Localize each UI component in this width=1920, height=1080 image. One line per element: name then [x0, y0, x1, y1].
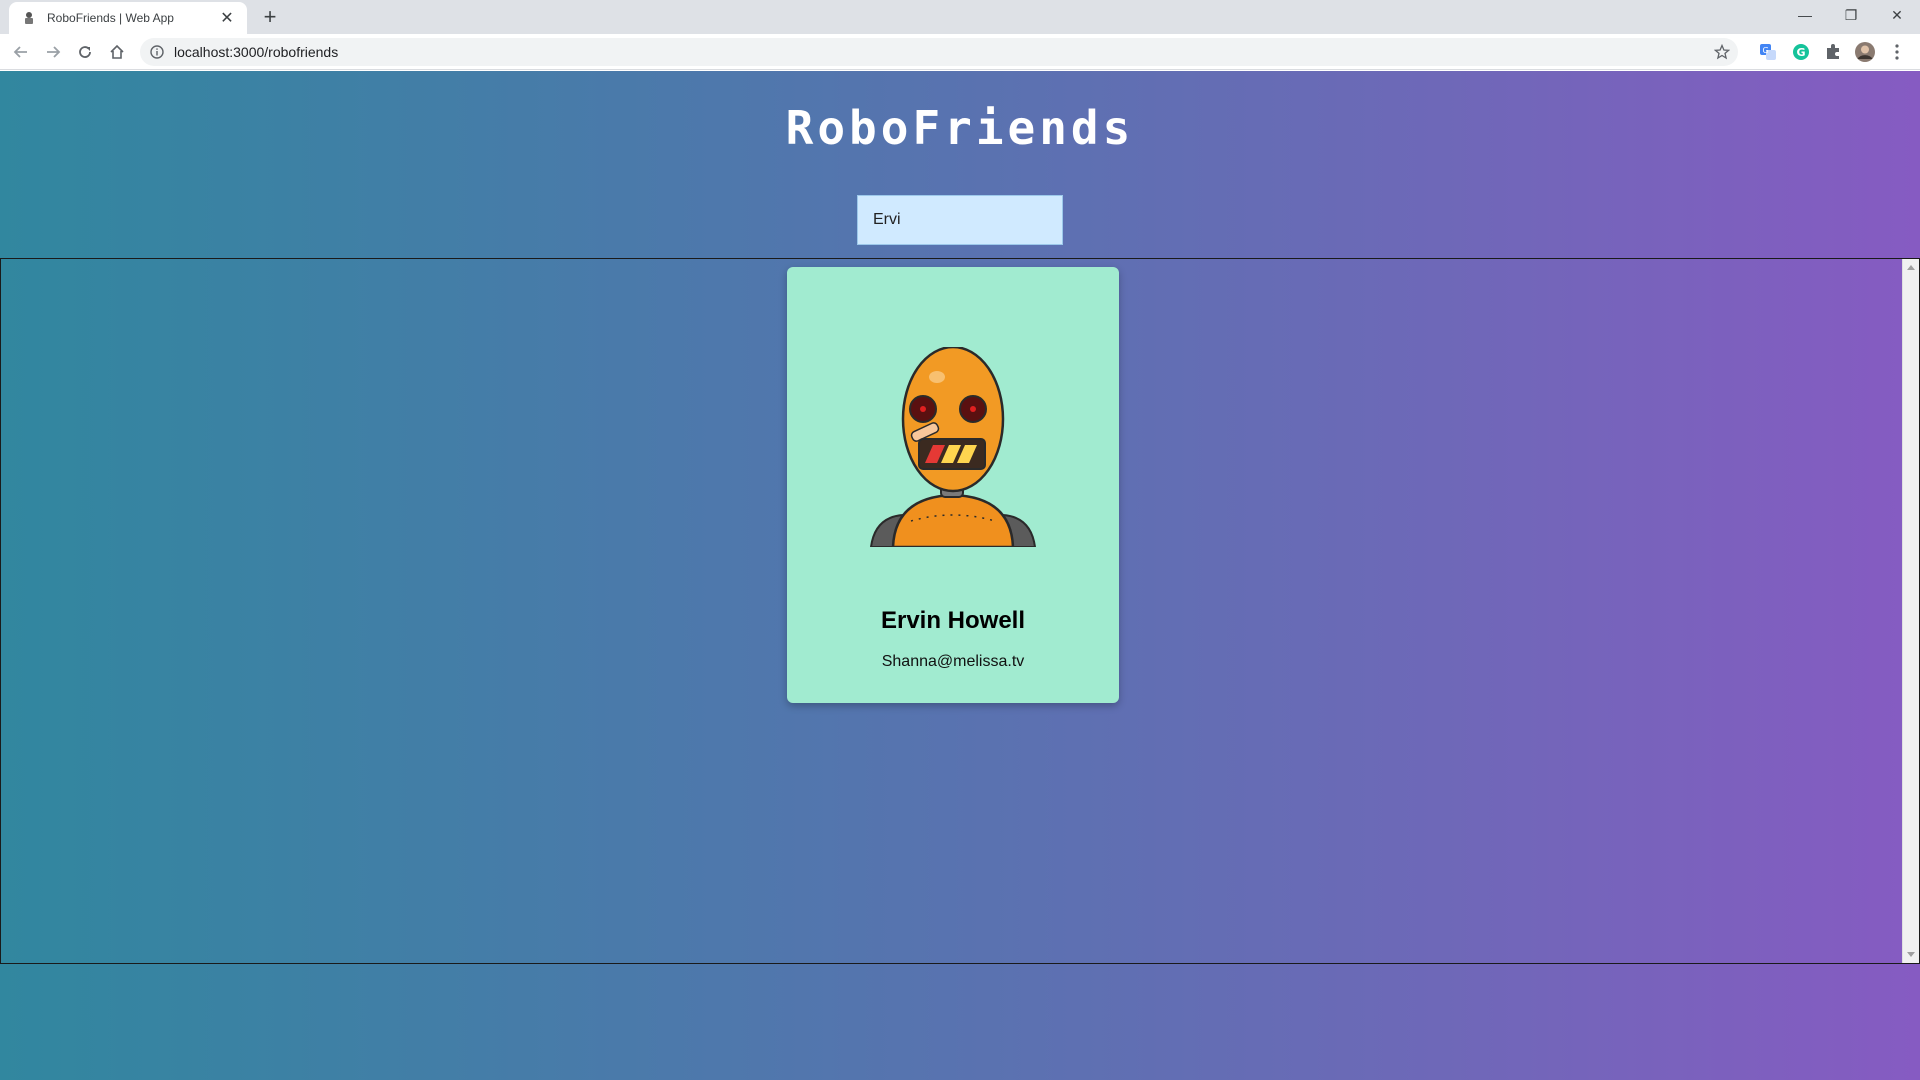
- robot-card[interactable]: Ervin Howell Shanna@melissa.tv: [787, 267, 1119, 703]
- puzzle-icon[interactable]: [1822, 41, 1844, 63]
- robot-icon: [21, 10, 37, 26]
- page-title: RoboFriends: [785, 101, 1135, 155]
- scroll-down-icon[interactable]: [1903, 947, 1919, 963]
- svg-text:G: G: [1797, 46, 1806, 59]
- browser-tab[interactable]: RoboFriends | Web App ✕: [9, 2, 247, 34]
- close-tab-icon[interactable]: ✕: [217, 8, 237, 28]
- browser-tabstrip: RoboFriends | Web App ✕ + — ❐ ✕: [0, 0, 1920, 34]
- url-text: localhost:3000/robofriends: [174, 44, 339, 60]
- restore-button[interactable]: ❐: [1828, 0, 1874, 30]
- robot-email: Shanna@melissa.tv: [881, 653, 1025, 670]
- forward-arrow-icon: [47, 46, 61, 58]
- svg-text:G: G: [1763, 46, 1769, 55]
- search-input[interactable]: [857, 195, 1063, 245]
- kebab-menu-icon[interactable]: [1886, 41, 1908, 63]
- address-bar[interactable]: localhost:3000/robofriends: [140, 38, 1738, 66]
- reload-button[interactable]: [72, 39, 98, 65]
- home-icon: [110, 44, 124, 59]
- scrollbar[interactable]: [1902, 259, 1919, 963]
- info-icon[interactable]: [150, 45, 164, 59]
- star-icon[interactable]: [1712, 42, 1732, 62]
- app-page: RoboFriends Ervi Ervin Howell Shanna@mel…: [0, 71, 1920, 1080]
- reload-icon: [79, 46, 91, 58]
- minimize-button[interactable]: —: [1782, 0, 1828, 30]
- window-controls: — ❐ ✕: [1782, 0, 1920, 30]
- back-button[interactable]: [8, 39, 34, 65]
- new-tab-button[interactable]: +: [258, 4, 282, 29]
- avatar[interactable]: [1854, 41, 1876, 63]
- robot-list-scroll-area[interactable]: Ervin Howell Shanna@melissa.tv: [0, 258, 1920, 964]
- translate-icon[interactable]: G: [1757, 41, 1779, 63]
- robot-avatar-image: [869, 347, 1037, 547]
- forward-button[interactable]: [40, 39, 66, 65]
- browser-toolbar: localhost:3000/robofriends G G: [0, 34, 1920, 70]
- tab-title: RoboFriends | Web App: [47, 11, 174, 25]
- scroll-up-icon[interactable]: [1903, 259, 1919, 275]
- home-button[interactable]: [104, 39, 130, 65]
- grammarly-icon[interactable]: G: [1790, 41, 1812, 63]
- back-arrow-icon: [13, 46, 27, 58]
- robot-name: Ervin Howell: [880, 607, 1026, 634]
- close-window-button[interactable]: ✕: [1874, 0, 1920, 30]
